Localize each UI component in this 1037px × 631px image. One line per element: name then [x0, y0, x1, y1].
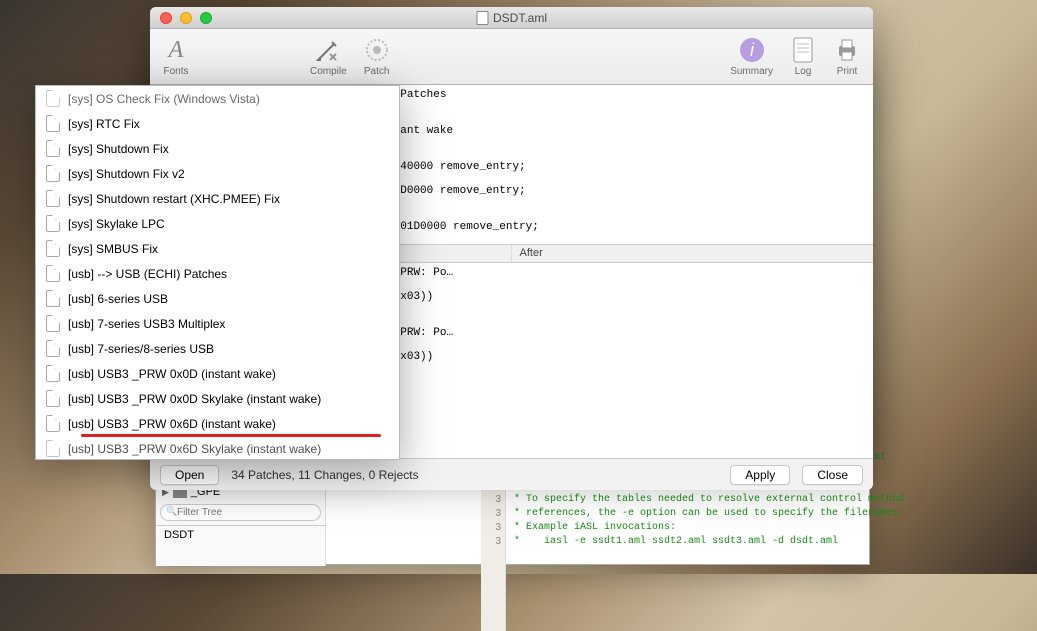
- file-icon: [46, 215, 60, 232]
- toolbar: A Fonts Compile Patch i: [150, 29, 873, 85]
- print-icon: [833, 36, 861, 64]
- list-item[interactable]: [usb] USB3 _PRW 0x0D (instant wake): [36, 361, 399, 386]
- close-button[interactable]: [160, 12, 172, 24]
- summary-button[interactable]: i Summary: [730, 36, 773, 77]
- list-item[interactable]: [sys] Shutdown restart (XHC.PMEE) Fix: [36, 186, 399, 211]
- patch-button[interactable]: Patch: [363, 36, 391, 77]
- status-text: 34 Patches, 11 Changes, 0 Rejects: [231, 468, 418, 482]
- fonts-button[interactable]: A Fonts: [162, 36, 190, 77]
- document-icon: [476, 11, 488, 25]
- file-icon: [46, 190, 60, 207]
- toolbar-label: Summary: [730, 66, 773, 77]
- list-item[interactable]: [sys] RTC Fix: [36, 111, 399, 136]
- print-button[interactable]: Print: [833, 36, 861, 77]
- file-icon: [46, 140, 60, 157]
- fonts-icon: A: [162, 36, 190, 64]
- file-icon: [46, 265, 60, 282]
- file-icon: [46, 340, 60, 357]
- compile-button[interactable]: Compile: [310, 36, 347, 77]
- file-icon: [46, 115, 60, 132]
- list-item[interactable]: [sys] Shutdown Fix: [36, 136, 399, 161]
- highlight-underline: [81, 434, 381, 437]
- file-icon: [46, 365, 60, 382]
- minimize-button[interactable]: [180, 12, 192, 24]
- file-icon: [46, 165, 60, 182]
- apply-button[interactable]: Apply: [730, 465, 790, 485]
- file-icon: [46, 440, 60, 457]
- log-icon: [789, 36, 817, 64]
- list-item[interactable]: [sys] OS Check Fix (Windows Vista): [36, 86, 399, 111]
- maximize-button[interactable]: [200, 12, 212, 24]
- toolbar-label: Patch: [364, 66, 390, 77]
- list-item[interactable]: [usb] 7-series/8-series USB: [36, 336, 399, 361]
- button-row: Open 34 Patches, 11 Changes, 0 Rejects A…: [150, 458, 873, 490]
- list-item[interactable]: [usb] 6-series USB: [36, 286, 399, 311]
- list-item[interactable]: [usb] --> USB (ECHI) Patches: [36, 261, 399, 286]
- toolbar-label: Log: [795, 66, 812, 77]
- patch-list[interactable]: [sys] OS Check Fix (Windows Vista) [sys]…: [36, 86, 399, 460]
- list-item[interactable]: [usb] USB3 _PRW 0x6D Skylake (instant wa…: [36, 436, 399, 460]
- filter-tree-search[interactable]: [160, 504, 321, 521]
- footer-tab-dsdt[interactable]: DSDT: [156, 525, 325, 544]
- list-item[interactable]: [usb] USB3 _PRW 0x0D Skylake (instant wa…: [36, 386, 399, 411]
- file-icon: [46, 315, 60, 332]
- toolbar-label: Compile: [310, 66, 347, 77]
- compile-icon: [314, 36, 342, 64]
- toolbar-label: Fonts: [163, 66, 188, 77]
- window-title: DSDT.aml: [476, 11, 547, 25]
- toolbar-label: Print: [837, 66, 858, 77]
- list-item[interactable]: [usb] 7-series USB3 Multiplex: [36, 311, 399, 336]
- log-button[interactable]: Log: [789, 36, 817, 77]
- open-button[interactable]: Open: [160, 465, 219, 485]
- file-icon: [46, 390, 60, 407]
- titlebar[interactable]: DSDT.aml: [150, 7, 873, 29]
- summary-icon: i: [738, 36, 766, 64]
- list-item[interactable]: [usb] USB3 _PRW 0x6D (instant wake): [36, 411, 399, 436]
- traffic-lights: [150, 12, 212, 24]
- patch-list-panel: [sys] OS Check Fix (Windows Vista) [sys]…: [35, 85, 400, 460]
- file-icon: [46, 290, 60, 307]
- patch-icon: [363, 36, 391, 64]
- file-icon: [46, 415, 60, 432]
- list-item[interactable]: [sys] SMBUS Fix: [36, 236, 399, 261]
- file-icon: [46, 240, 60, 257]
- file-icon: [46, 90, 60, 107]
- filter-tree-input[interactable]: [160, 504, 321, 521]
- list-item[interactable]: [sys] Shutdown Fix v2: [36, 161, 399, 186]
- close-button[interactable]: Close: [802, 465, 863, 485]
- list-item[interactable]: [sys] Skylake LPC: [36, 211, 399, 236]
- after-header: After: [512, 245, 551, 262]
- title-text: DSDT.aml: [493, 11, 547, 25]
